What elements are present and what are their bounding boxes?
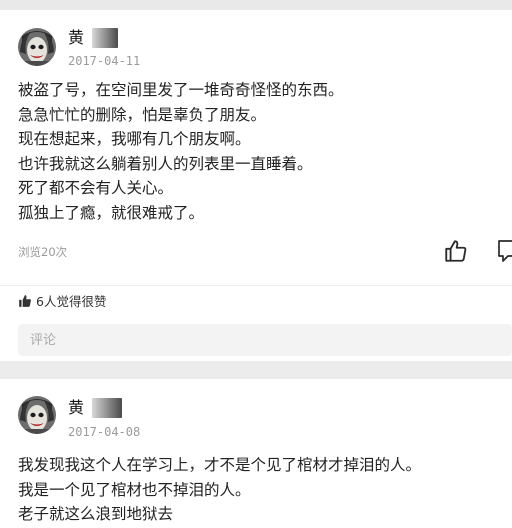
post-date: 2017-04-08	[68, 425, 141, 439]
redacted-name	[92, 398, 123, 418]
post-line: 急急忙忙的删除，怕是辜负了朋友。	[18, 105, 267, 124]
post-line: 老子就这么浪到地狱去	[18, 505, 174, 523]
author-row: 黄	[68, 398, 123, 418]
message-icon	[498, 240, 512, 262]
redacted-name	[92, 28, 119, 48]
top-strip	[0, 0, 512, 10]
post-line: 死了都不会有人关心。	[18, 179, 174, 197]
divider	[0, 285, 512, 286]
view-count: 浏览20次	[18, 245, 68, 259]
thumbs-up-icon	[445, 240, 467, 262]
joker-avatar-icon	[18, 396, 56, 434]
message-button[interactable]	[496, 238, 512, 264]
comment-box[interactable]	[18, 324, 512, 356]
likes-row[interactable]: 6人觉得很赞	[18, 291, 106, 310]
post-line: 我发现我这个人在学习上，才不是个见了棺材才掉泪的人。	[18, 456, 422, 474]
author-row: 黄	[68, 28, 119, 48]
post-card: 黄 2017-04-11 被盗了号，在空间里发了一堆奇奇怪怪的东西。 急急忙忙的…	[0, 10, 512, 361]
avatar[interactable]	[18, 28, 56, 66]
joker-avatar-icon	[18, 28, 56, 66]
post-card: 黄 2017-04-08 我发现我这个人在学习上，才不是个见了棺材才掉泪的人。 …	[0, 379, 512, 528]
thumbs-up-filled-icon	[19, 294, 31, 307]
post-date: 2017-04-11	[68, 54, 141, 68]
author-name[interactable]: 黄	[68, 399, 84, 417]
post-line: 孤独上了瘾，就很难戒了。	[18, 203, 205, 222]
post-line: 现在想起来，我哪有几个朋友啊。	[18, 130, 251, 148]
like-button[interactable]	[443, 238, 469, 264]
post-line: 被盗了号，在空间里发了一堆奇奇怪怪的东西。	[18, 81, 344, 99]
post-body: 被盗了号，在空间里发了一堆奇奇怪怪的东西。 急急忙忙的删除，怕是辜负了朋友。 现…	[18, 78, 502, 225]
post-body: 我发现我这个人在学习上，才不是个见了棺材才掉泪的人。 我是一个见了棺材也不掉泪的…	[18, 453, 502, 527]
post-line: 也许我就这么躺着别人的列表里一直睡着。	[18, 154, 313, 173]
avatar[interactable]	[18, 396, 56, 434]
post-line: 我是一个见了棺材也不掉泪的人。	[18, 480, 251, 499]
likes-label: 6人觉得很赞	[36, 294, 107, 309]
author-name[interactable]: 黄	[68, 29, 84, 47]
comment-input[interactable]	[18, 324, 512, 356]
